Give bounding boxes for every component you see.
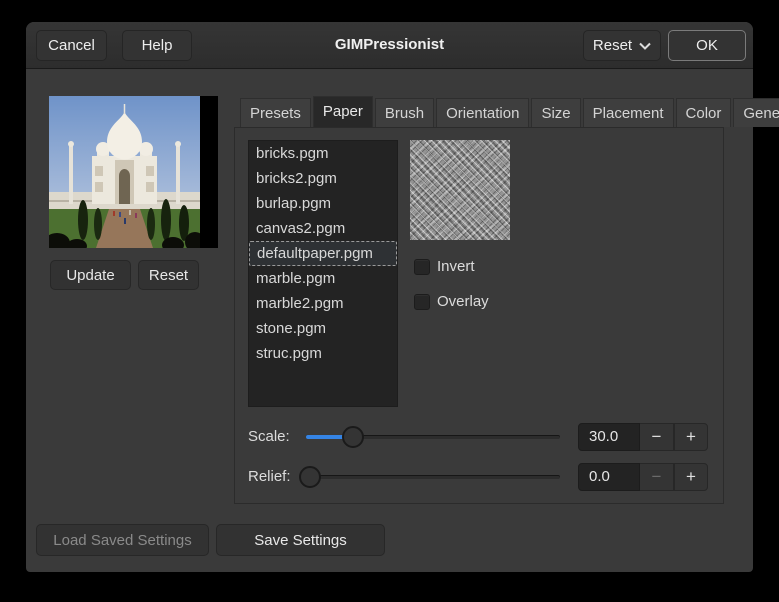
scale-increment-button[interactable]: + — [674, 423, 708, 451]
list-item-label: burlap.pgm — [256, 195, 331, 212]
preview-reset-button[interactable]: Reset — [138, 260, 199, 290]
list-item-label: canvas2.pgm — [256, 220, 345, 237]
tab-bar: Presets Paper Brush Orientation Size Pla… — [240, 97, 779, 127]
scale-value-input[interactable]: 30.0 — [578, 423, 640, 451]
list-item[interactable]: bricks.pgm — [249, 141, 397, 166]
list-item-label: bricks.pgm — [256, 145, 329, 162]
tab-color[interactable]: Color — [676, 98, 732, 127]
tab-color-label: Color — [686, 105, 722, 122]
list-item-label: bricks2.pgm — [256, 170, 337, 187]
list-item-label: marble.pgm — [256, 270, 335, 287]
list-item[interactable]: struc.pgm — [249, 341, 397, 366]
plus-icon: + — [686, 427, 696, 447]
relief-slider-thumb[interactable] — [299, 466, 321, 488]
scale-decrement-button[interactable]: − — [640, 423, 674, 451]
list-item[interactable]: stone.pgm — [249, 316, 397, 341]
chevron-down-icon — [639, 37, 651, 54]
paper-texture-preview — [410, 140, 510, 240]
scale-label: Scale: — [248, 428, 290, 445]
ok-button[interactable]: OK — [668, 30, 746, 61]
relief-decrement-button: − — [640, 463, 674, 491]
list-item[interactable]: burlap.pgm — [249, 191, 397, 216]
preview-reset-button-label: Reset — [149, 267, 188, 284]
tab-paper-label: Paper — [323, 103, 363, 120]
save-settings-button[interactable]: Save Settings — [216, 524, 385, 556]
overlay-option[interactable]: Overlay — [414, 293, 489, 310]
list-item-label: struc.pgm — [256, 345, 322, 362]
tab-paper[interactable]: Paper — [313, 96, 373, 127]
cancel-button-label: Cancel — [48, 37, 95, 54]
image-preview[interactable] — [49, 96, 218, 248]
screen: GIMPressionist Cancel Help Reset OK — [0, 0, 779, 602]
tab-placement[interactable]: Placement — [583, 98, 674, 127]
tab-orientation[interactable]: Orientation — [436, 98, 529, 127]
reset-dropdown-label: Reset — [593, 37, 632, 54]
list-item[interactable]: canvas2.pgm — [249, 216, 397, 241]
list-item-label: defaultpaper.pgm — [257, 245, 373, 262]
tab-placement-label: Placement — [593, 105, 664, 122]
overlay-checkbox[interactable] — [414, 294, 430, 310]
plus-icon: + — [686, 467, 696, 487]
tab-general[interactable]: General — [733, 98, 779, 127]
tab-size[interactable]: Size — [531, 98, 580, 127]
tab-size-label: Size — [541, 105, 570, 122]
list-item[interactable]: bricks2.pgm — [249, 166, 397, 191]
overlay-label: Overlay — [437, 293, 489, 310]
relief-label: Relief: — [248, 468, 291, 485]
tab-orientation-label: Orientation — [446, 105, 519, 122]
tab-brush-label: Brush — [385, 105, 424, 122]
load-saved-settings-button: Load Saved Settings — [36, 524, 209, 556]
relief-slider-track[interactable] — [306, 475, 560, 479]
invert-label: Invert — [437, 258, 475, 275]
update-button[interactable]: Update — [50, 260, 131, 290]
header-bar: GIMPressionist Cancel Help Reset OK — [26, 22, 753, 69]
list-item[interactable]: marble2.pgm — [249, 291, 397, 316]
list-item-label: stone.pgm — [256, 320, 326, 337]
list-item[interactable]: marble.pgm — [249, 266, 397, 291]
minus-icon: − — [652, 467, 662, 487]
help-button-label: Help — [142, 37, 173, 54]
invert-option[interactable]: Invert — [414, 258, 475, 275]
tab-brush[interactable]: Brush — [375, 98, 434, 127]
tab-presets[interactable]: Presets — [240, 98, 311, 127]
paper-file-list[interactable]: bricks.pgm bricks2.pgm burlap.pgm canvas… — [248, 140, 398, 407]
minus-icon: − — [652, 427, 662, 447]
tab-general-label: General — [743, 105, 779, 122]
help-button[interactable]: Help — [122, 30, 192, 61]
cancel-button[interactable]: Cancel — [36, 30, 107, 61]
invert-checkbox[interactable] — [414, 259, 430, 275]
list-item-selected[interactable]: defaultpaper.pgm — [249, 241, 397, 266]
list-item-label: marble2.pgm — [256, 295, 344, 312]
reset-dropdown-button[interactable]: Reset — [583, 30, 661, 61]
load-saved-settings-label: Load Saved Settings — [53, 532, 191, 549]
save-settings-label: Save Settings — [254, 532, 347, 549]
scale-slider-thumb[interactable] — [342, 426, 364, 448]
ok-button-label: OK — [696, 37, 718, 54]
tab-presets-label: Presets — [250, 105, 301, 122]
relief-increment-button[interactable]: + — [674, 463, 708, 491]
taj-mahal-preview-image — [49, 96, 200, 248]
relief-value-input[interactable]: 0.0 — [578, 463, 640, 491]
update-button-label: Update — [66, 267, 114, 284]
gimpressionist-dialog: GIMPressionist Cancel Help Reset OK — [26, 22, 753, 572]
